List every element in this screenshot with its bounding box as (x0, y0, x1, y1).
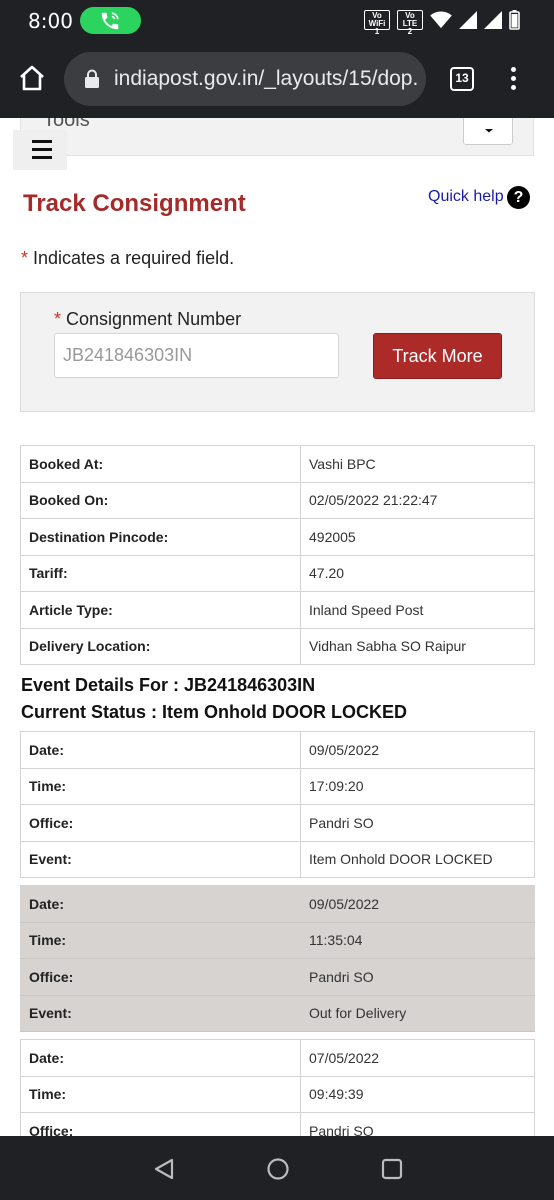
wifi-icon (430, 11, 452, 29)
browser-toolbar: indiapost.gov.in/_layouts/15/dop. 13 (0, 40, 554, 118)
table-row: Booked On: 02/05/2022 21:22:47 (20, 481, 535, 519)
track-form: * Consignment Number Track More (20, 292, 535, 412)
lock-icon[interactable] (84, 69, 100, 89)
tab-switcher-button[interactable]: 13 (450, 67, 474, 91)
table-row: Date: 09/05/2022 (20, 731, 535, 769)
home-circle-icon[interactable] (266, 1157, 290, 1181)
event-table: Date: 09/05/2022 Time: 17:09:20 Office: Pan… (20, 731, 535, 878)
recents-icon[interactable] (380, 1157, 404, 1181)
clock: 8:00 (28, 9, 73, 33)
system-nav-bar (0, 1136, 554, 1200)
track-more-button[interactable]: Track More (373, 333, 502, 379)
table-row: Event: Out for Delivery (20, 994, 535, 1032)
required-star: * (54, 309, 62, 329)
battery-icon (509, 10, 520, 30)
active-call-chip[interactable] (80, 7, 141, 34)
table-row: Event: Item Onhold DOOR LOCKED (20, 840, 535, 878)
required-star: * (21, 248, 29, 268)
more-options-icon[interactable] (511, 67, 516, 94)
signal-icon (484, 11, 502, 29)
vowifi-badge: Vo WiFi 1 (364, 10, 390, 36)
table-row: Date: 09/05/2022 (20, 885, 535, 923)
table-row: Time: 09:49:39 (20, 1075, 535, 1113)
event-table: Date: 09/05/2022 Time: 11:35:04 Office: Pan… (20, 885, 535, 1032)
status-bar: 8:00 Vo WiFi 1 Vo LTE 2 (0, 0, 554, 40)
table-row: Time: 11:35:04 (20, 921, 535, 959)
chevron-down-icon (485, 129, 493, 133)
system-icons: Vo WiFi 1 Vo LTE 2 (364, 10, 520, 36)
table-row: Office: Pandri SO (20, 804, 535, 842)
consignment-number-input[interactable] (54, 333, 339, 378)
tools-dropdown[interactable] (463, 118, 513, 145)
call-active-icon (101, 12, 119, 30)
table-row: Article Type: Inland Speed Post (20, 591, 535, 629)
page-content: Tools Track Consignment Quick help ? * I… (0, 118, 554, 1136)
required-field-note: * Indicates a required field. (21, 248, 235, 268)
table-row: Booked At: Vashi BPC (20, 445, 535, 483)
page-title: Track Consignment (23, 190, 246, 217)
event-table: Date: 07/05/2022 Time: 09:49:39 Office: Pan… (20, 1039, 535, 1136)
hamburger-icon (32, 140, 52, 143)
quick-help-link[interactable]: Quick help (428, 188, 504, 206)
url-text[interactable]: indiapost.gov.in/_layouts/15/dop. (114, 67, 418, 91)
table-row: Office: Pandri SO (20, 1112, 535, 1136)
table-row: Delivery Location: Vidhan Sabha SO Raipur (20, 627, 535, 665)
event-details-heading: Event Details For : JB241846303IN (21, 675, 316, 695)
volte-badge: Vo LTE 2 (397, 10, 423, 36)
table-row: Office: Pandri SO (20, 958, 535, 996)
signal-icon (459, 11, 477, 29)
address-bar[interactable]: indiapost.gov.in/_layouts/15/dop. (64, 52, 426, 106)
table-row: Tariff: 47.20 (20, 554, 535, 592)
home-icon[interactable] (18, 65, 46, 91)
table-row: Destination Pincode: 492005 (20, 518, 535, 556)
consignment-number-label: * Consignment Number (54, 309, 242, 329)
hamburger-menu-button[interactable] (13, 130, 67, 170)
table-row: Time: 17:09:20 (20, 767, 535, 805)
current-status-heading: Current Status : Item Onhold DOOR LOCKED (21, 702, 408, 722)
help-icon[interactable]: ? (507, 186, 530, 209)
table-row: Date: 07/05/2022 (20, 1039, 535, 1077)
booking-details-table: Booked At: Vashi BPC Booked On: 02/05/2022… (20, 445, 535, 665)
back-icon[interactable] (152, 1157, 176, 1181)
tools-dropdown-bar: Tools (20, 118, 534, 156)
